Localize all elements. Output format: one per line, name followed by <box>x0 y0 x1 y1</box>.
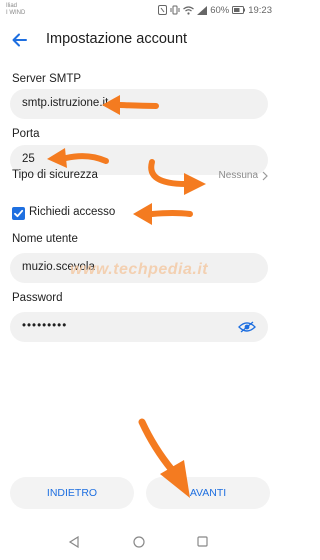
port-value: 25 <box>22 153 35 165</box>
signal-icon <box>197 5 208 15</box>
smtp-server-label: Server SMTP <box>12 73 82 85</box>
carrier-name-secondary: I WIND <box>6 10 26 16</box>
clock: 19:23 <box>248 4 272 16</box>
watermark: www.techpedia.it <box>70 261 209 278</box>
nfc-icon <box>158 5 168 15</box>
vibrate-icon <box>170 5 180 15</box>
password-value: ••••••••• <box>22 320 68 332</box>
nav-home-icon[interactable] <box>133 536 145 548</box>
password-label: Password <box>12 292 63 304</box>
app-bar: Impostazione account <box>0 22 280 58</box>
annotation-arrow-port <box>47 148 109 168</box>
page-title: Impostazione account <box>46 31 188 47</box>
chevron-right-icon <box>262 171 268 181</box>
back-arrow-icon[interactable] <box>10 30 30 50</box>
carrier-name: Iliad <box>6 3 18 9</box>
port-label: Porta <box>12 128 40 140</box>
visibility-toggle-icon[interactable] <box>238 321 256 333</box>
nav-back-icon[interactable] <box>68 536 80 548</box>
username-label: Nome utente <box>12 233 78 245</box>
navigation-bar <box>0 528 280 560</box>
battery-percent: 60% <box>210 4 230 16</box>
annotation-arrow-smtp <box>102 95 159 115</box>
wifi-icon <box>183 5 195 15</box>
annotation-arrow-auth <box>133 203 193 225</box>
nav-recents-icon[interactable] <box>197 536 208 547</box>
security-type-row[interactable]: Tipo di sicurezza Nessuna <box>0 165 280 187</box>
require-login-checkbox[interactable] <box>12 207 25 220</box>
status-bar: Iliad I WIND 60% 19:23 <box>0 0 280 22</box>
battery-icon <box>232 6 246 14</box>
back-button[interactable]: INDIETRO <box>10 477 134 509</box>
annotation-arrow-security <box>148 159 206 195</box>
security-type-value: Nessuna <box>218 170 258 181</box>
password-field[interactable]: ••••••••• <box>10 312 268 342</box>
smtp-server-value: smtp.istruzione.it <box>22 97 109 109</box>
require-login-label: Richiedi accesso <box>29 206 116 218</box>
annotation-arrow-next <box>138 418 190 498</box>
checkmark-icon <box>14 209 24 218</box>
status-icons: 60% 19:23 <box>158 4 272 16</box>
